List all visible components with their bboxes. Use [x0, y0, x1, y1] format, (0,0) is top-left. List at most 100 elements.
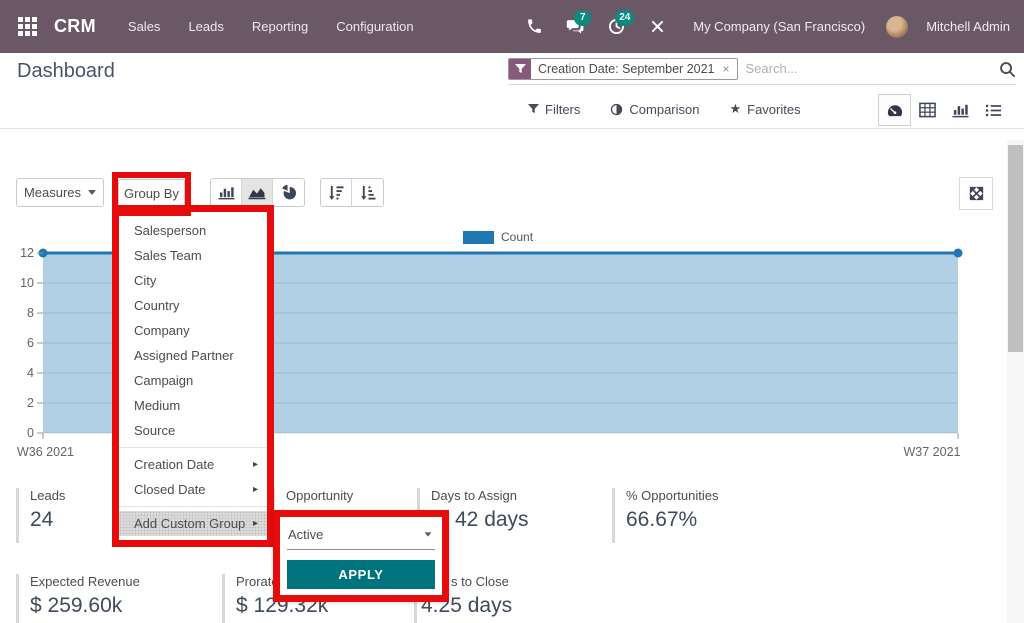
- search-icon[interactable]: [999, 61, 1016, 83]
- navbar-menu-reporting[interactable]: Reporting: [238, 19, 322, 34]
- filter-links-row: Filters Comparison ★ Favorites: [528, 101, 801, 117]
- apply-button[interactable]: APPLY: [287, 560, 435, 589]
- navbar-menu-leads[interactable]: Leads: [174, 19, 237, 34]
- group-by-option-country[interactable]: Country: [119, 293, 267, 318]
- messages-icon[interactable]: 7: [560, 12, 590, 42]
- submenu-arrow-icon: ▸: [253, 484, 258, 495]
- search-input[interactable]: [738, 58, 968, 79]
- custom-group-field-select[interactable]: Active: [287, 525, 435, 550]
- sort-asc-icon[interactable]: [352, 179, 383, 206]
- group-by-option-company[interactable]: Company: [119, 318, 267, 343]
- kpi-expected-revenue[interactable]: Expected Revenue $ 259.60k: [16, 574, 206, 623]
- kpi-pct-opportunities[interactable]: % Opportunities 66.67%: [612, 488, 832, 543]
- menu-divider: [119, 506, 267, 507]
- kpi-label: Expected Revenue: [30, 574, 206, 589]
- svg-text:2: 2: [27, 396, 34, 410]
- navbar-right: 7 24 My Company (San Francisco) Mitchell…: [519, 12, 1010, 42]
- svg-text:8: 8: [27, 306, 34, 320]
- svg-text:0: 0: [27, 426, 34, 440]
- crm-dashboard-screen: CRM SalesLeadsReportingConfiguration 7 2…: [0, 0, 1024, 623]
- svg-text:W36 2021: W36 2021: [17, 445, 74, 459]
- svg-text:W37 2021: W37 2021: [904, 445, 961, 459]
- top-navbar: CRM SalesLeadsReportingConfiguration 7 2…: [0, 0, 1024, 53]
- vertical-scrollbar[interactable]: [1007, 140, 1024, 623]
- navbar-menu-sales[interactable]: Sales: [114, 19, 175, 34]
- pie-chart-icon[interactable]: [273, 179, 304, 206]
- sort-desc-icon[interactable]: [321, 179, 352, 206]
- app-name[interactable]: CRM: [54, 16, 96, 37]
- search-bar: Creation Date: September 2021 ×: [508, 58, 1016, 85]
- sort-group: [320, 178, 384, 207]
- facet-filter-icon: [509, 59, 531, 79]
- caret-down-icon: [88, 190, 96, 195]
- facet-label: Creation Date: September 2021: [531, 59, 721, 79]
- tools-icon[interactable]: [642, 12, 672, 42]
- group-by-option-medium[interactable]: Medium: [119, 393, 267, 418]
- group-by-option-city[interactable]: City: [119, 268, 267, 293]
- group-by-option-campaign[interactable]: Campaign: [119, 368, 267, 393]
- kpi-label: Opportunity: [286, 488, 402, 503]
- table-view-icon[interactable]: [911, 94, 944, 126]
- phone-icon[interactable]: [519, 12, 549, 42]
- area-chart-icon[interactable]: [242, 179, 273, 206]
- submenu-arrow-icon: ▸: [253, 518, 258, 529]
- filters-label: Filters: [545, 102, 580, 117]
- kpi-label: s to Close: [451, 574, 624, 589]
- group-by-option-creation-date[interactable]: Creation Date▸: [119, 452, 267, 477]
- user-avatar[interactable]: [886, 16, 908, 38]
- measures-button[interactable]: Measures: [16, 178, 104, 207]
- measures-label: Measures: [24, 185, 81, 200]
- chart-type-group: [210, 178, 305, 207]
- favorites-label: Favorites: [747, 102, 800, 117]
- activities-clock-icon[interactable]: 24: [601, 12, 631, 42]
- view-switcher: [878, 94, 1010, 126]
- selected-field: Active: [288, 527, 323, 542]
- svg-text:4: 4: [27, 366, 34, 380]
- kpi-value: $ 259.60k: [30, 594, 206, 618]
- data-point-w37[interactable]: [954, 249, 963, 258]
- star-icon: ★: [729, 101, 741, 117]
- group-by-option-sales-team[interactable]: Sales Team: [119, 243, 267, 268]
- group-by-button[interactable]: Group By: [118, 179, 185, 207]
- scrollbar-thumb[interactable]: [1008, 145, 1023, 352]
- svg-text:10: 10: [20, 276, 34, 290]
- kpi-value: 4.25 days: [421, 594, 624, 618]
- add-custom-group-panel: Active APPLY: [273, 510, 449, 602]
- group-by-option-add-custom-group[interactable]: Add Custom Group▸: [119, 511, 267, 536]
- navbar-menu-configuration[interactable]: Configuration: [322, 19, 427, 34]
- caret-down-icon: [425, 532, 432, 536]
- group-by-menu: SalespersonSales TeamCityCountryCompanyA…: [112, 205, 274, 547]
- svg-text:6: 6: [27, 336, 34, 350]
- kpi-value: 42 days: [455, 508, 597, 532]
- list-view-icon[interactable]: [977, 94, 1010, 126]
- comparison-adjust-icon: [610, 103, 623, 116]
- company-switcher[interactable]: My Company (San Francisco): [693, 19, 865, 34]
- submenu-arrow-icon: ▸: [253, 459, 258, 470]
- navbar-menus: SalesLeadsReportingConfiguration: [114, 19, 428, 34]
- group-by-label: Group By: [124, 186, 179, 201]
- group-by-option-salesperson[interactable]: Salesperson: [119, 218, 267, 243]
- favorites-dropdown[interactable]: ★ Favorites: [729, 101, 800, 117]
- menu-divider: [119, 447, 267, 448]
- bar-chart-icon[interactable]: [211, 179, 242, 206]
- kpi-value: 66.67%: [626, 508, 832, 532]
- dashboard-gauge-icon[interactable]: [878, 94, 911, 126]
- user-menu[interactable]: Mitchell Admin: [926, 19, 1010, 34]
- bar-chart-view-icon[interactable]: [944, 94, 977, 126]
- messages-count-badge: 7: [574, 10, 591, 26]
- group-by-option-source[interactable]: Source: [119, 418, 267, 443]
- kpi-label: % Opportunities: [626, 488, 832, 503]
- activities-count-badge: 24: [615, 10, 634, 26]
- header-divider: [0, 128, 1024, 129]
- group-by-option-closed-date[interactable]: Closed Date▸: [119, 477, 267, 502]
- expand-fullscreen-icon[interactable]: [959, 177, 993, 210]
- kpi-label: Days to Assign: [431, 488, 597, 503]
- comparison-dropdown[interactable]: Comparison: [610, 102, 699, 117]
- navbar-left: CRM SalesLeadsReportingConfiguration: [14, 14, 428, 40]
- apps-grid-icon[interactable]: [14, 14, 40, 40]
- funnel-icon: [528, 104, 539, 115]
- filter-facet[interactable]: Creation Date: September 2021 ×: [508, 58, 738, 80]
- facet-remove-icon[interactable]: ×: [721, 59, 737, 79]
- group-by-option-assigned-partner[interactable]: Assigned Partner: [119, 343, 267, 368]
- filters-dropdown[interactable]: Filters: [528, 102, 580, 117]
